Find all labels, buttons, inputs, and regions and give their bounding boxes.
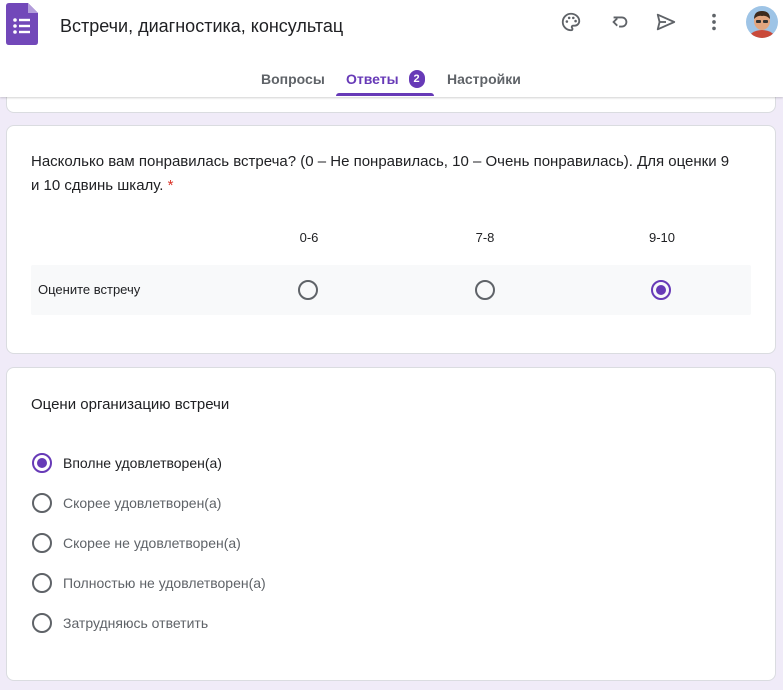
grid-column-header: 0-6 [299,230,319,245]
radio-button[interactable] [32,613,52,633]
grid-column-header: 9-10 [648,230,676,245]
option-label: Полностью не удовлетворен(а) [63,575,266,591]
question-title-text: Насколько вам понравилась встреча? (0 – … [31,153,730,194]
palette-icon[interactable] [557,8,585,36]
app-header: Встречи, диагностика, консультац Вопросы… [0,0,783,97]
tab-settings-label: Настройки [447,70,521,87]
tab-bar: Вопросы Ответы 2 Настройки [0,60,783,97]
user-avatar[interactable] [746,6,778,38]
question-card-organization: Оцени организацию встречи Вполне удовлет… [6,367,776,681]
option-label: Скорее не удовлетворен(а) [63,535,241,551]
tab-settings[interactable]: Настройки [447,60,521,97]
radio-0-6[interactable] [298,280,318,300]
option-label: Вполне удовлетворен(а) [63,455,222,471]
radio-9-10[interactable] [651,280,671,300]
tab-questions[interactable]: Вопросы [261,60,325,97]
document-title[interactable]: Встречи, диагностика, консультац [60,14,360,38]
radio-button[interactable] [32,453,52,473]
required-asterisk: * [167,177,174,194]
question-title: Оцени организацию встречи [31,396,230,413]
grid-column-header: 7-8 [475,230,495,245]
responses-count-badge: 2 [408,69,425,88]
option-label: Скорее удовлетворен(а) [63,495,222,511]
grid-row-label: Оцените встречу [38,282,141,297]
tab-responses[interactable]: Ответы 2 [346,60,425,97]
radio-button[interactable] [32,493,52,513]
question-card-rating: Насколько вам понравилась встреча? (0 – … [6,125,776,354]
forms-logo-icon[interactable] [6,3,38,45]
undo-icon[interactable] [606,8,634,36]
question-title: Насколько вам понравилась встреча? (0 – … [31,150,731,198]
radio-7-8[interactable] [475,280,495,300]
tab-questions-label: Вопросы [261,70,325,87]
active-tab-indicator [336,93,434,96]
radio-button[interactable] [32,573,52,593]
option-label: Затрудняюсь ответить [63,615,209,631]
more-vert-icon[interactable] [700,8,728,36]
grid-row: Оцените встречу [31,265,751,315]
send-icon[interactable] [652,8,680,36]
radio-button[interactable] [32,533,52,553]
tab-responses-label: Ответы [346,70,399,87]
